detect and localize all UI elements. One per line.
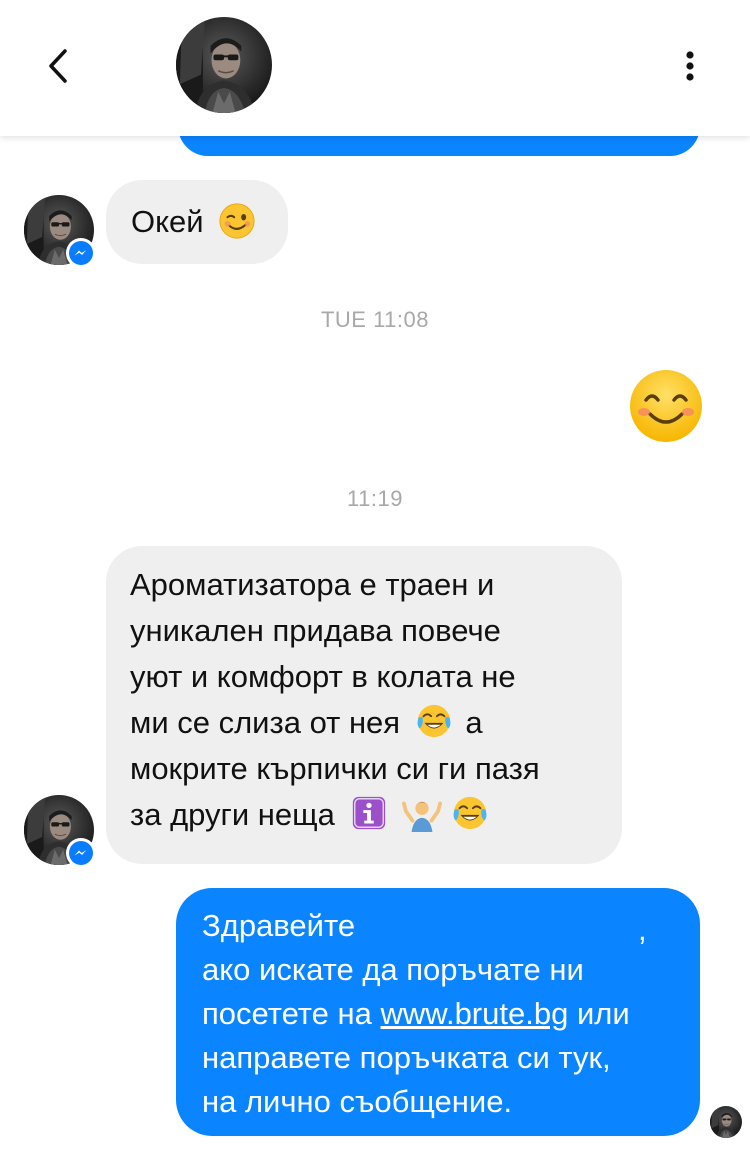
- message-text: за други неща: [130, 797, 335, 832]
- more-options-button[interactable]: [670, 44, 710, 88]
- message-line: за други неща: [130, 792, 540, 838]
- message-text: а: [465, 705, 483, 740]
- message-line: посетете на www.brute.bg или: [202, 992, 692, 1036]
- vertical-dots-icon: [686, 51, 694, 81]
- smiling-face-with-smiling-eyes-emoji: [630, 370, 702, 442]
- outgoing-message[interactable]: Здравейте , ако искате да поръчате ни по…: [176, 888, 700, 1136]
- message-line: уют и комфорт в колата не: [130, 659, 516, 694]
- message-line: Здравейте ,: [202, 904, 692, 948]
- face-with-tears-of-joy-emoji: [453, 796, 487, 829]
- outgoing-emoji-message[interactable]: [628, 368, 704, 444]
- incoming-message[interactable]: Окей: [106, 180, 288, 264]
- winking-face-emoji: [219, 203, 255, 239]
- message-text: Здравейте: [202, 908, 356, 943]
- messenger-badge: [66, 238, 96, 268]
- back-button[interactable]: [36, 40, 80, 92]
- message-line: уникален придава повече: [130, 613, 501, 648]
- message-text: ми се слиза от нея: [130, 705, 401, 740]
- face-with-tears-of-joy-emoji: [417, 704, 451, 737]
- message-line: мокрите кърпички си ги пазя: [130, 751, 540, 786]
- read-receipt-avatar: [710, 1106, 742, 1138]
- contact-avatar[interactable]: [176, 17, 272, 113]
- message-line: на лично съобщение.: [202, 1084, 513, 1119]
- chevron-left-icon: [49, 49, 67, 83]
- website-link[interactable]: www.brute.bg: [381, 996, 569, 1031]
- profile-avatar: [176, 17, 272, 113]
- message-text: или: [576, 996, 630, 1031]
- information-emoji: [352, 796, 385, 829]
- message-text: Окей: [131, 204, 204, 239]
- message-line: Ароматизатора е траен и: [130, 567, 495, 602]
- message-line: ако искате да поръчате ни: [202, 952, 584, 987]
- messenger-icon: [69, 241, 93, 265]
- person-shrugging-emoji: [402, 801, 443, 832]
- profile-avatar: [710, 1106, 742, 1138]
- message-line: направете поръчката си тук,: [202, 1040, 611, 1075]
- message-text: ,: [638, 912, 647, 947]
- message-text: посетете на: [202, 996, 372, 1031]
- messenger-badge: [66, 838, 96, 868]
- messenger-icon: [69, 841, 93, 865]
- message-timestamp: 11:19: [347, 486, 403, 511]
- incoming-message[interactable]: Ароматизатора е траен и уникален придава…: [106, 546, 622, 864]
- chat-header: [0, 0, 750, 136]
- message-line: ми се слиза от нея а: [130, 700, 540, 746]
- message-timestamp: TUE 11:08: [320, 307, 430, 332]
